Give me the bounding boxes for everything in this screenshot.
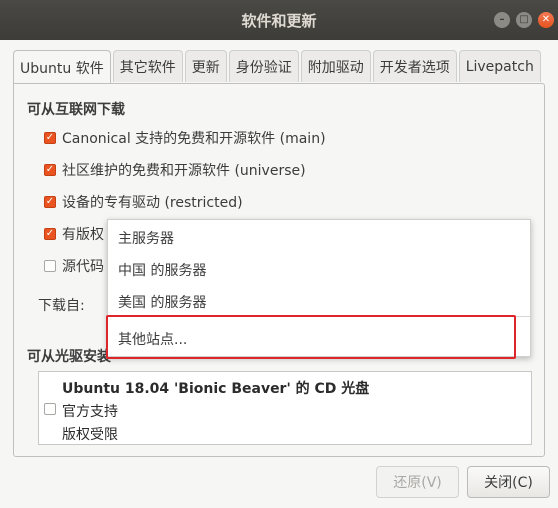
restricted-checkbox-row[interactable]: ✓ 设备的专有驱动 (restricted) <box>44 191 243 213</box>
title-bar: 软件和更新 – □ ✕ <box>0 0 558 40</box>
checkbox-label: 有版权 <box>62 227 104 243</box>
checkbox-checked-icon[interactable]: ✓ <box>44 196 56 208</box>
menu-item-us-server[interactable]: 美国 的服务器 <box>108 286 530 318</box>
tab-authentication[interactable]: 身份验证 <box>228 50 299 82</box>
cdrom-section-title: 可从光驱安装 <box>27 349 111 365</box>
tab-bar: Ubuntu 软件 其它软件 更新 身份验证 附加驱动 开发者选项 Livepa… <box>13 50 543 84</box>
main-checkbox-row[interactable]: ✓ Canonical 支持的免费和开源软件 (main) <box>44 127 326 149</box>
tab-additional-drivers[interactable]: 附加驱动 <box>300 50 371 82</box>
maximize-icon[interactable]: □ <box>516 12 532 28</box>
checkbox-unchecked-icon[interactable] <box>44 260 56 272</box>
tab-developer-options[interactable]: 开发者选项 <box>372 50 457 82</box>
internet-section-title: 可从互联网下载 <box>27 102 125 118</box>
checkbox-checked-icon[interactable]: ✓ <box>44 228 56 240</box>
tab-livepatch[interactable]: Livepatch <box>458 50 541 82</box>
minimize-icon[interactable]: – <box>494 12 510 28</box>
cdrom-restricted-copyright: 版权受限 <box>62 427 118 443</box>
universe-checkbox-row[interactable]: ✓ 社区维护的免费和开源软件 (universe) <box>44 159 306 181</box>
cdrom-official-support: 官方支持 <box>62 404 118 420</box>
close-button[interactable]: 关闭(C) <box>467 466 550 498</box>
download-from-label: 下载自: <box>38 298 85 314</box>
tab-updates[interactable]: 更新 <box>184 50 227 82</box>
cdrom-checkbox[interactable] <box>44 403 56 415</box>
tab-other-software[interactable]: 其它软件 <box>112 50 183 82</box>
checkbox-label: Canonical 支持的免费和开源软件 (main) <box>62 131 326 147</box>
menu-item-china-server[interactable]: 中国 的服务器 <box>108 254 530 286</box>
checkbox-label: 源代码 <box>62 259 104 275</box>
highlight-box <box>106 315 516 359</box>
multiverse-checkbox-row[interactable]: ✓ 有版权 <box>44 223 104 245</box>
checkbox-label: 社区维护的免费和开源软件 (universe) <box>62 163 306 179</box>
revert-button[interactable]: 还原(V) <box>376 466 459 498</box>
menu-item-main-server[interactable]: 主服务器 <box>108 222 530 254</box>
checkbox-label: 设备的专有驱动 (restricted) <box>62 195 243 211</box>
source-code-checkbox-row[interactable]: 源代码 <box>44 255 104 277</box>
close-icon[interactable]: ✕ <box>538 12 554 28</box>
checkbox-checked-icon[interactable]: ✓ <box>44 132 56 144</box>
tab-ubuntu-software[interactable]: Ubuntu 软件 <box>13 50 111 84</box>
software-updates-window: 软件和更新 – □ ✕ Ubuntu 软件 其它软件 更新 身份验证 附加驱动 … <box>0 0 558 508</box>
checkbox-checked-icon[interactable]: ✓ <box>44 164 56 176</box>
cdrom-disc-title: Ubuntu 18.04 'Bionic Beaver' 的 CD 光盘 <box>62 381 370 397</box>
window-title: 软件和更新 <box>241 11 317 30</box>
